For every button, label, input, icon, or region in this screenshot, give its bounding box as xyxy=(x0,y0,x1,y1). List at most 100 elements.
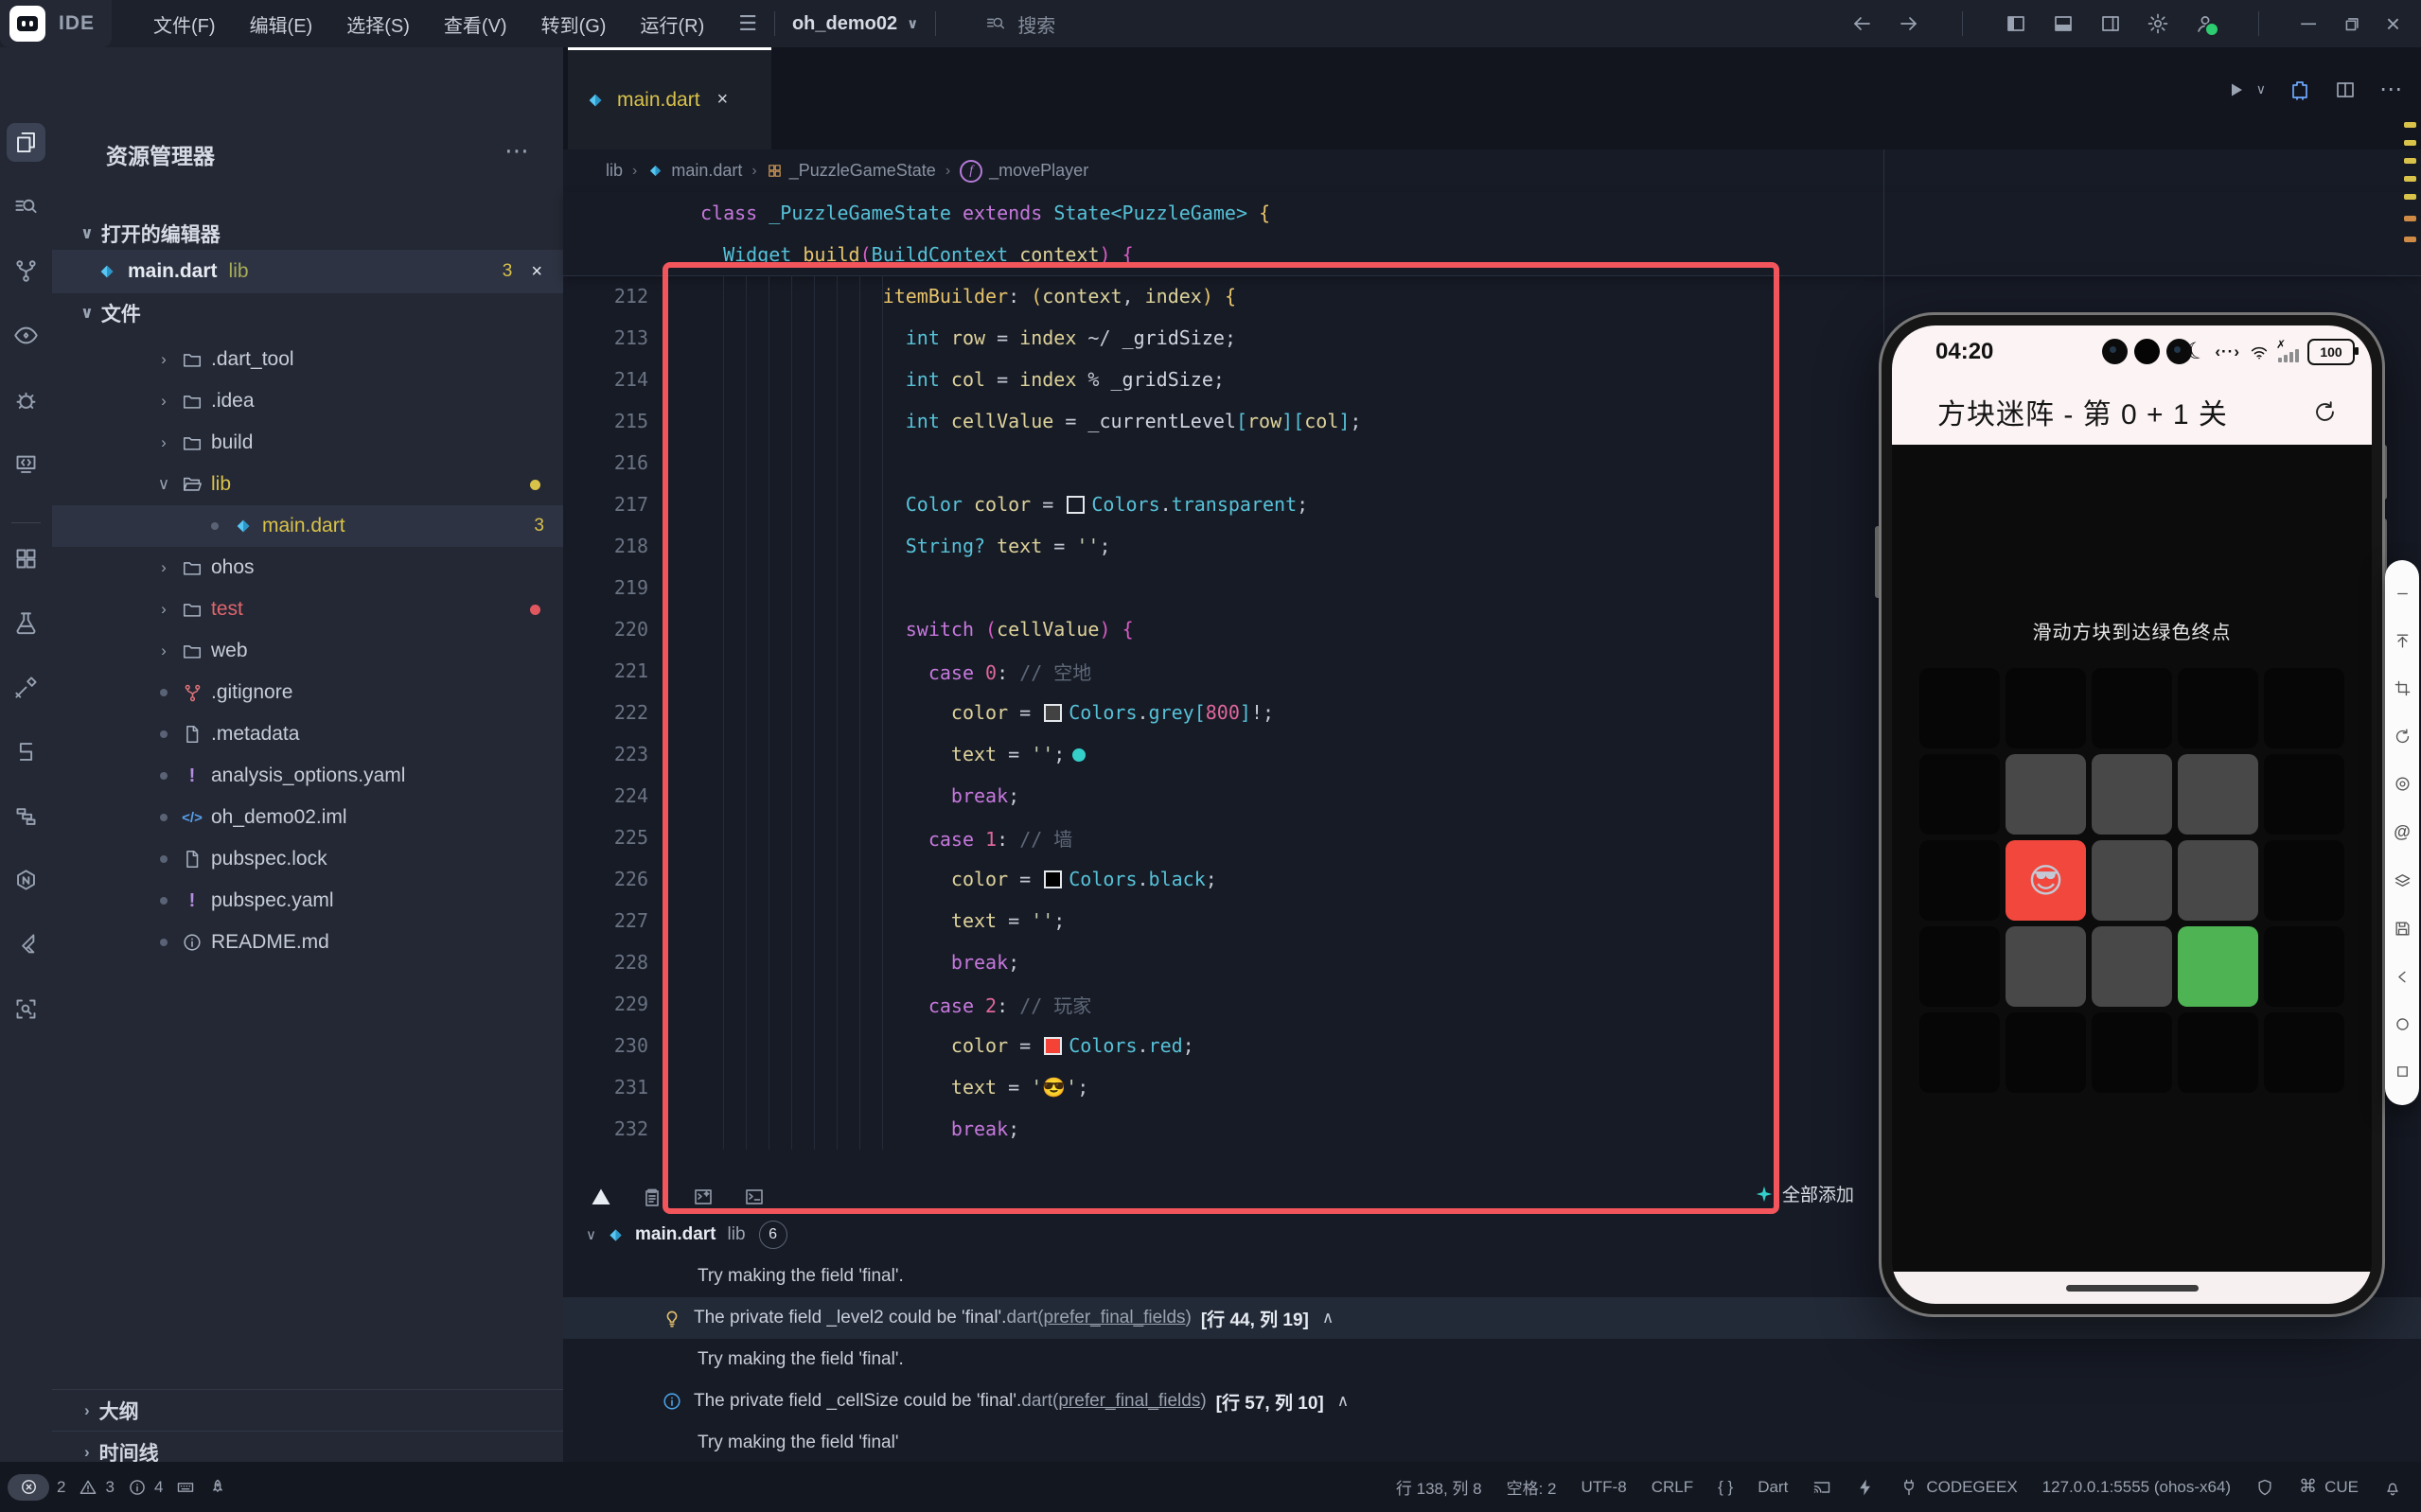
grid-cell-wall[interactable] xyxy=(2092,1012,2172,1093)
problem-rule-link[interactable]: prefer_final_fields xyxy=(1058,1391,1200,1412)
activitybar-tools-icon[interactable] xyxy=(7,668,45,707)
breadcrumb-_PuzzleGameState[interactable]: _PuzzleGameState xyxy=(767,161,936,181)
emulator-rotate-icon[interactable] xyxy=(2394,728,2412,746)
grid-cell-wall[interactable] xyxy=(1919,840,2000,921)
more-icon[interactable]: ⋯ xyxy=(2379,76,2402,103)
status-cue[interactable]: ⌘CUE xyxy=(2299,1476,2359,1498)
status-cast-icon[interactable] xyxy=(1812,1478,1831,1497)
menu-运行(R)[interactable]: 运行(R) xyxy=(627,5,717,44)
grid-cell-floor[interactable] xyxy=(2092,754,2172,835)
activitybar-preview-eye-icon[interactable] xyxy=(7,316,45,355)
grid-cell-wall[interactable] xyxy=(2006,1012,2086,1093)
files-section-header[interactable]: ∨ 文件 xyxy=(80,299,141,327)
status-error-circle-icon[interactable]: 2 xyxy=(8,1474,65,1501)
ai-add-all-button[interactable]: 全部添加 xyxy=(1754,1181,1854,1206)
activitybar-flutter-icon[interactable] xyxy=(7,925,45,964)
refresh-icon[interactable] xyxy=(2312,399,2338,425)
status-bell-icon[interactable] xyxy=(2383,1478,2402,1497)
grid-cell-wall[interactable] xyxy=(2264,668,2344,748)
status-shield-icon[interactable] xyxy=(2255,1478,2274,1497)
emulator-nav-back-icon[interactable] xyxy=(2394,968,2412,986)
panel-tab-terminal-ai-icon[interactable] xyxy=(692,1186,715,1208)
status--[interactable]: { } xyxy=(1718,1478,1733,1497)
status--2[interactable]: 空格: 2 xyxy=(1507,1475,1557,1499)
status-zap-icon[interactable] xyxy=(1856,1478,1875,1497)
emulator-save-icon[interactable] xyxy=(2394,920,2412,938)
section-时间线[interactable]: ›时间线 xyxy=(52,1431,563,1462)
open-editors-header[interactable]: ∨ 打开的编辑器 xyxy=(80,220,221,248)
grid-cell-wall[interactable] xyxy=(1919,1012,2000,1093)
chevron-down-icon[interactable]: ∨ xyxy=(2256,81,2266,97)
emulator-crop-icon[interactable] xyxy=(2394,679,2412,697)
hamburger-menu-icon[interactable]: ☰ xyxy=(738,13,757,34)
grid-cell-wall[interactable] xyxy=(2178,1012,2258,1093)
grid-cell-wall[interactable] xyxy=(1919,754,2000,835)
menu-选择(S)[interactable]: 选择(S) xyxy=(333,5,423,44)
close-icon[interactable]: × xyxy=(717,89,729,111)
home-indicator[interactable] xyxy=(2066,1285,2199,1292)
grid-cell-floor[interactable] xyxy=(2178,754,2258,835)
tree-item-.dart_tool[interactable]: ›.dart_tool xyxy=(52,339,563,380)
emulator-record-icon[interactable] xyxy=(2394,775,2412,793)
status-info-circle-icon[interactable]: 4 xyxy=(128,1478,163,1497)
minimize-icon[interactable]: ─ xyxy=(2301,13,2316,34)
activitybar-remote-monitor-icon[interactable] xyxy=(7,445,45,483)
breadcrumb-_movePlayer[interactable]: f_movePlayer xyxy=(960,160,1088,183)
collapse-icon[interactable]: ∧ xyxy=(1322,1309,1334,1327)
grid-cell-player[interactable]: 😎 xyxy=(2006,840,2086,921)
tree-item-pubspec.lock[interactable]: pubspec.lock xyxy=(52,838,563,880)
activitybar-explorer-icon[interactable] xyxy=(7,123,45,162)
grid-cell-wall[interactable] xyxy=(2264,1012,2344,1093)
grid-cell-wall[interactable] xyxy=(2264,840,2344,921)
editor-action-plugin-icon[interactable] xyxy=(2288,79,2311,101)
menu-编辑(E)[interactable]: 编辑(E) xyxy=(237,5,327,44)
collapse-icon[interactable]: ∧ xyxy=(1337,1392,1349,1411)
tree-item-web[interactable]: ›web xyxy=(52,630,563,672)
grid-cell-wall[interactable] xyxy=(2264,926,2344,1007)
problem-rule-link[interactable]: prefer_final_fields xyxy=(1044,1308,1186,1328)
panel-bottom-icon[interactable] xyxy=(2052,12,2075,35)
grid-cell-wall[interactable] xyxy=(2092,668,2172,748)
emulator-at-icon[interactable]: @ xyxy=(2394,822,2411,842)
grid-cell-wall[interactable] xyxy=(1919,668,2000,748)
close-window-icon[interactable]: × xyxy=(2386,11,2400,36)
emulator-layers-icon[interactable] xyxy=(2394,872,2412,890)
emulator-nav-home-icon[interactable] xyxy=(2394,1015,2412,1033)
status--138-8[interactable]: 行 138, 列 8 xyxy=(1396,1475,1482,1499)
menu-转到(G)[interactable]: 转到(G) xyxy=(528,5,620,44)
open-editor-main-dart[interactable]: main.dart lib 3 × xyxy=(52,250,563,293)
breadcrumb-lib[interactable]: lib xyxy=(606,161,623,181)
arrow-left-icon[interactable] xyxy=(1850,12,1873,35)
status-keyboard-icon[interactable] xyxy=(176,1478,195,1497)
activitybar-debug-icon[interactable] xyxy=(7,380,45,419)
activitybar-extensions-grid-icon[interactable] xyxy=(7,539,45,578)
tree-item-lib[interactable]: ∨lib xyxy=(52,464,563,505)
menu-文件(F)[interactable]: 文件(F) xyxy=(140,5,229,44)
grid-cell-wall[interactable] xyxy=(2006,668,2086,748)
status-dart[interactable]: Dart xyxy=(1758,1478,1788,1497)
activitybar-hex-plugin-icon[interactable] xyxy=(7,861,45,900)
maximize-icon[interactable] xyxy=(2341,13,2361,34)
activitybar-scan-icon[interactable] xyxy=(7,990,45,1029)
editor-action-split-icon[interactable] xyxy=(2334,79,2357,101)
gear-icon[interactable] xyxy=(2147,12,2169,35)
activitybar-blocks-icon[interactable] xyxy=(7,797,45,835)
status-rocket-icon[interactable] xyxy=(208,1478,227,1497)
activitybar-codegeex-icon[interactable] xyxy=(7,732,45,771)
status-codegeex[interactable]: CODEGEEX xyxy=(1900,1478,2017,1497)
tab-main-dart[interactable]: main.dart × xyxy=(568,47,771,149)
section-大纲[interactable]: ›大纲 xyxy=(52,1389,563,1431)
status-crlf[interactable]: CRLF xyxy=(1652,1478,1693,1497)
activitybar-search-icon[interactable] xyxy=(7,187,45,226)
grid-cell-wall[interactable] xyxy=(1919,926,2000,1007)
tree-item-README.md[interactable]: README.md xyxy=(52,922,563,963)
tree-item-pubspec.yaml[interactable]: !pubspec.yaml xyxy=(52,880,563,922)
tree-item-oh_demo02.iml[interactable]: </>oh_demo02.iml xyxy=(52,797,563,838)
activitybar-test-flask-icon[interactable] xyxy=(7,604,45,642)
close-icon[interactable]: × xyxy=(531,261,542,283)
problem-row[interactable]: Try making the field 'final'. xyxy=(563,1339,2421,1380)
problem-row[interactable]: Try making the field 'final' xyxy=(563,1422,2421,1464)
breadcrumb-main.dart[interactable]: main.dart xyxy=(646,161,742,181)
emulator-nav-recents-icon[interactable] xyxy=(2394,1063,2412,1081)
account-icon[interactable] xyxy=(2194,12,2217,35)
